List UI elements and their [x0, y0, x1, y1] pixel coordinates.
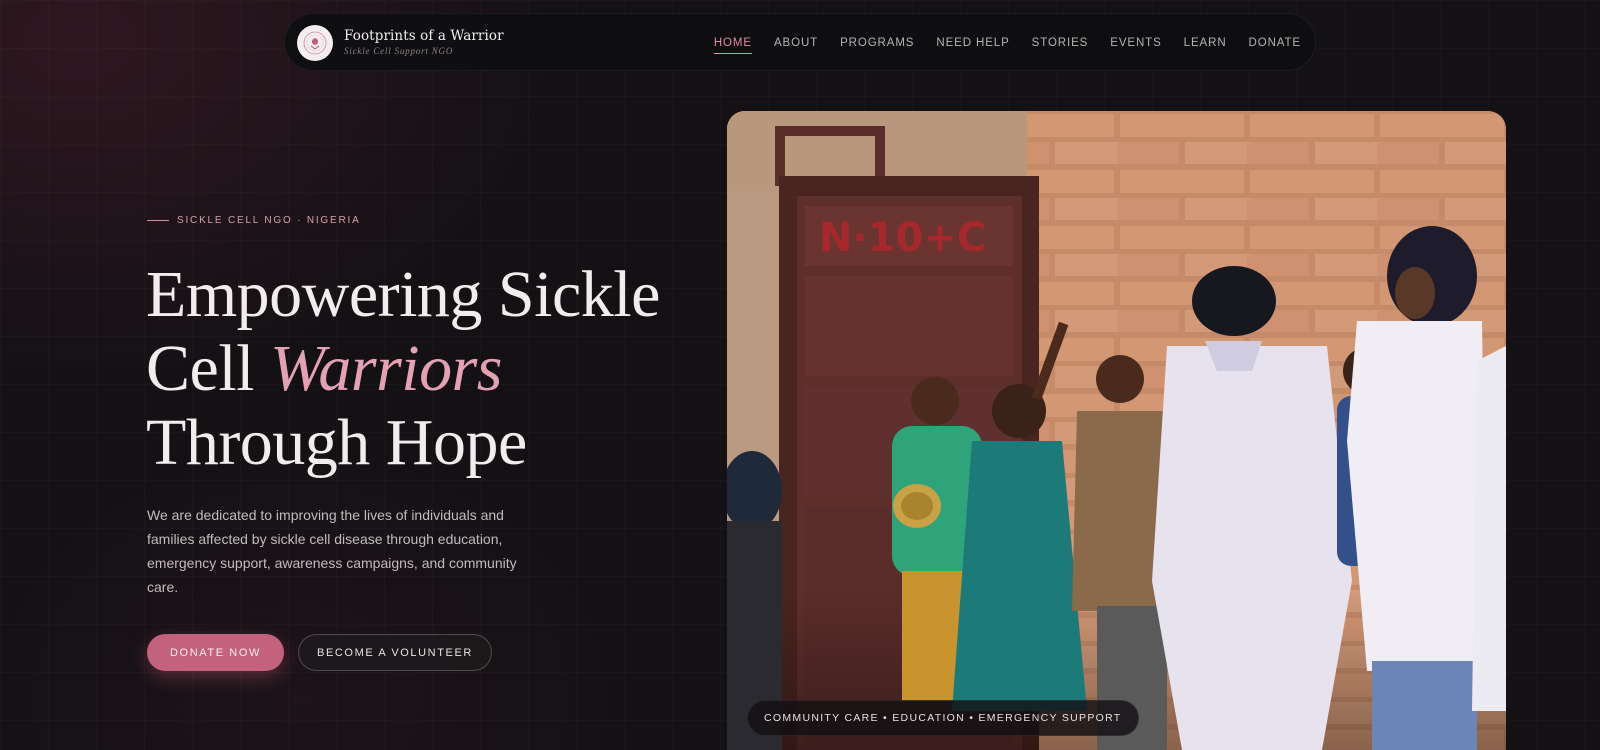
- top-navigation: Footprints of a Warrior Sickle Cell Supp…: [284, 13, 1316, 71]
- logo-icon[interactable]: [297, 25, 333, 61]
- donate-now-button[interactable]: DONATE NOW: [147, 634, 284, 671]
- headline-part-2: Through Hope: [146, 406, 527, 479]
- hero-eyebrow: SICKLE CELL NGO · NIGERIA: [147, 215, 361, 226]
- hero-photo: N·10+C COMMUNITY CARE • EDUCATION • EMER…: [727, 111, 1506, 750]
- door-graffiti: N·10+C: [819, 215, 986, 261]
- nav-item-need-help[interactable]: NEED HELP: [936, 37, 1009, 49]
- eyebrow-divider: [147, 220, 169, 221]
- hero-headline: Empowering Sickle Cell Warriors Through …: [146, 258, 666, 480]
- nav-links: HOME ABOUT PROGRAMS NEED HELP STORIES EV…: [692, 14, 1301, 72]
- hero-description: We are dedicated to improving the lives …: [147, 507, 517, 595]
- nav-item-stories[interactable]: STORIES: [1032, 37, 1089, 49]
- page: Footprints of a Warrior Sickle Cell Supp…: [0, 0, 1600, 750]
- nav-item-learn[interactable]: LEARN: [1184, 37, 1227, 49]
- nav-item-about[interactable]: ABOUT: [774, 37, 818, 49]
- brand-subtitle: Sickle Cell Support NGO: [344, 46, 454, 56]
- become-volunteer-button[interactable]: BECOME A VOLUNTEER: [298, 634, 492, 671]
- image-caption: COMMUNITY CARE • EDUCATION • EMERGENCY S…: [747, 700, 1139, 736]
- hero-photo-illustration: N·10+C: [727, 111, 1506, 750]
- eyebrow-text: SICKLE CELL NGO · NIGERIA: [177, 215, 361, 226]
- nav-item-home[interactable]: HOME: [713, 37, 753, 54]
- brand-title: Footprints of a Warrior: [344, 28, 504, 44]
- headline-emphasis: Warriors: [270, 332, 503, 405]
- nav-item-donate[interactable]: DONATE: [1249, 37, 1301, 49]
- brand[interactable]: Footprints of a Warrior Sickle Cell Supp…: [344, 28, 504, 56]
- nav-item-events[interactable]: EVENTS: [1110, 37, 1161, 49]
- nav-item-programs[interactable]: PROGRAMS: [840, 37, 914, 49]
